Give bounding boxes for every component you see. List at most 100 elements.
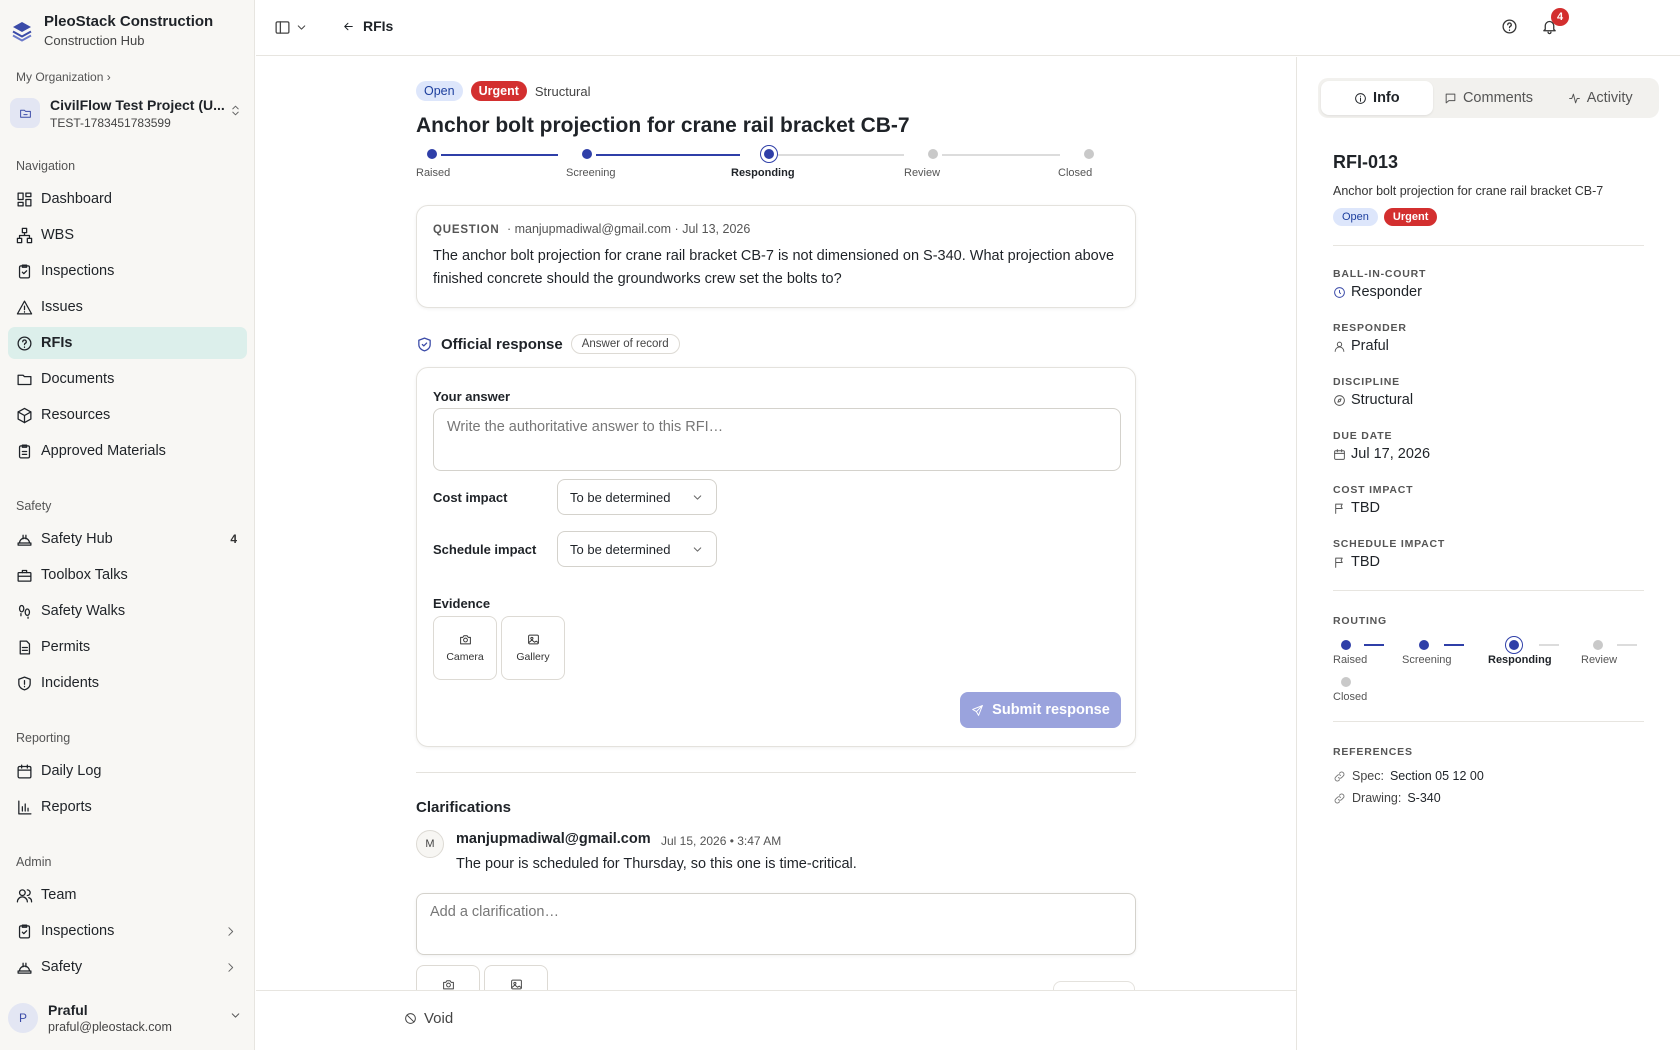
sidebar-item-incidents[interactable]: Incidents xyxy=(8,667,247,699)
sidebar-item-admin-safety[interactable]: Safety xyxy=(8,951,247,983)
sidebar-item-label: Daily Log xyxy=(41,763,102,779)
reference-spec[interactable]: Spec: Section 05 12 00 xyxy=(1333,769,1484,783)
sidebar-item-inspections[interactable]: Inspections xyxy=(8,255,247,287)
clarification-camera-button[interactable] xyxy=(416,965,480,990)
sidebar-item-admin-inspections[interactable]: Inspections xyxy=(8,915,247,947)
notifications-button[interactable]: 4 xyxy=(1541,8,1569,35)
sidebar-item-safety-hub[interactable]: Safety Hub 4 xyxy=(8,523,247,555)
ball-in-court-value: Responder xyxy=(1333,284,1422,300)
reference-value: S-340 xyxy=(1407,791,1441,805)
sidebar-item-daily-log[interactable]: Daily Log xyxy=(8,755,247,787)
sidebar-item-rfis[interactable]: RFIs xyxy=(8,327,247,359)
discipline-value: Structural xyxy=(1333,392,1413,408)
sidebar-panel-icon xyxy=(275,21,290,34)
camera-label: Camera xyxy=(446,651,484,663)
footprints-icon xyxy=(18,604,31,619)
user-menu[interactable]: P Praful praful@pleostack.com xyxy=(8,995,248,1041)
routing-label: ROUTING xyxy=(1333,615,1388,627)
panel-divider xyxy=(1333,721,1644,722)
schedule-impact-select[interactable]: To be determined xyxy=(557,531,717,567)
clipboard-check-icon xyxy=(18,443,31,459)
sidebar-item-issues[interactable]: Issues xyxy=(8,291,247,323)
answer-textarea[interactable]: Write the authoritative answer to this R… xyxy=(433,408,1121,471)
project-switcher[interactable]: CivilFlow Test Project (U... TEST-178345… xyxy=(8,90,248,136)
info-icon xyxy=(1355,92,1366,104)
notification-count-badge: 4 xyxy=(1551,8,1569,26)
sidebar-item-label: RFIs xyxy=(41,335,73,351)
users-icon xyxy=(16,888,33,903)
back-to-rfis-link[interactable]: RFIs xyxy=(342,18,393,34)
user-name: Praful xyxy=(48,1002,88,1018)
sidebar-item-label: Safety Walks xyxy=(41,603,126,619)
sidebar-item-permits[interactable]: Permits xyxy=(8,631,247,663)
sidebar-item-label: Approved Materials xyxy=(41,443,166,459)
topbar: RFIs 4 xyxy=(256,0,1680,56)
rfi-badges: Open Urgent Structural xyxy=(416,81,591,101)
help-button[interactable] xyxy=(1501,18,1518,35)
official-response-title: Official response xyxy=(441,335,563,353)
cost-impact-value: TBD xyxy=(1333,500,1380,516)
panel-divider xyxy=(1333,590,1644,591)
submit-response-button[interactable]: Submit response xyxy=(960,692,1121,728)
gallery-button[interactable]: Gallery xyxy=(501,616,565,680)
section-label-reporting: Reporting xyxy=(16,731,71,745)
camera-button[interactable]: Camera xyxy=(433,616,497,680)
brand[interactable]: PleoStack Construction Construction Hub xyxy=(10,13,213,48)
sidebar-item-label: Inspections xyxy=(41,923,115,939)
clarifications-title: Clarifications xyxy=(416,799,512,816)
sidebar-item-team[interactable]: Team xyxy=(8,879,247,911)
brand-name: PleoStack Construction xyxy=(44,13,214,30)
submit-label: Submit response xyxy=(992,702,1110,718)
sidebar-item-reports[interactable]: Reports xyxy=(8,791,247,823)
section-label-admin: Admin xyxy=(16,855,52,869)
sidebar-item-safety-walks[interactable]: Safety Walks xyxy=(8,595,247,627)
compass-icon xyxy=(1334,394,1345,406)
question-header: QUESTION · manjupmadiwal@gmail.com · Jul… xyxy=(433,222,1119,236)
chevron-down-icon xyxy=(693,547,702,552)
step-label-raised: Raised xyxy=(416,167,451,179)
due-date-label: DUE DATE xyxy=(1333,430,1393,442)
clarification-gallery-button[interactable] xyxy=(484,965,548,990)
schedule-impact-label: Schedule impact xyxy=(433,542,537,557)
reference-drawing[interactable]: Drawing: S-340 xyxy=(1333,791,1441,805)
chevron-right-icon xyxy=(228,926,234,936)
step-label-responding: Responding xyxy=(731,167,795,179)
message-icon xyxy=(1445,93,1456,103)
sidebar-item-approved-materials[interactable]: Approved Materials xyxy=(8,435,247,467)
discipline-text: Structural xyxy=(1351,392,1414,408)
sidebar-item-toolbox-talks[interactable]: Toolbox Talks xyxy=(8,559,247,591)
clarification-author: manjupmadiwal@gmail.com xyxy=(456,831,651,847)
tab-activity[interactable]: Activity xyxy=(1544,81,1656,115)
sidebar-item-resources[interactable]: Resources xyxy=(8,399,247,431)
cost-impact-select[interactable]: To be determined xyxy=(557,479,717,515)
step-label-closed: Closed xyxy=(1058,167,1093,179)
action-footer: Void xyxy=(256,990,1296,1050)
section-label-safety: Safety xyxy=(16,499,52,513)
camera-icon xyxy=(442,980,454,990)
sidebar-item-label: WBS xyxy=(41,227,75,243)
question-text: The anchor bolt projection for crane rai… xyxy=(433,248,1115,287)
chevron-updown-icon xyxy=(232,105,239,116)
void-button[interactable]: Void xyxy=(404,1010,453,1027)
sidebar-item-wbs[interactable]: WBS xyxy=(8,219,247,251)
toggle-sidebar-button[interactable] xyxy=(274,19,308,36)
schedule-impact-value: TBD xyxy=(1333,554,1380,570)
panel-tabs: Info Comments Activity xyxy=(1318,78,1659,118)
sidebar-item-documents[interactable]: Documents xyxy=(8,363,247,395)
details-panel: Info Comments Activity RFI-013 Anchor bo… xyxy=(1296,57,1680,1050)
chevron-down-icon xyxy=(297,25,306,30)
clipboard-icon xyxy=(18,263,31,279)
schedule-impact-label: SCHEDULE IMPACT xyxy=(1333,538,1446,550)
org-breadcrumb[interactable]: My Organization › xyxy=(16,70,111,84)
box-icon xyxy=(17,407,32,423)
tab-comments[interactable]: Comments xyxy=(1433,81,1545,115)
flag-icon xyxy=(1335,557,1343,568)
responder-value: Praful xyxy=(1333,338,1389,354)
rfi-number: RFI-013 xyxy=(1333,152,1399,172)
clarification-input[interactable]: Add a clarification… xyxy=(416,893,1136,955)
sidebar-item-dashboard[interactable]: Dashboard xyxy=(8,183,247,215)
routing-label-closed: Closed xyxy=(1333,691,1368,703)
post-clarification-button[interactable] xyxy=(1053,981,1135,990)
tab-info[interactable]: Info xyxy=(1321,81,1433,115)
question-meta: · manjupmadiwal@gmail.com · Jul 13, 2026 xyxy=(506,222,751,236)
